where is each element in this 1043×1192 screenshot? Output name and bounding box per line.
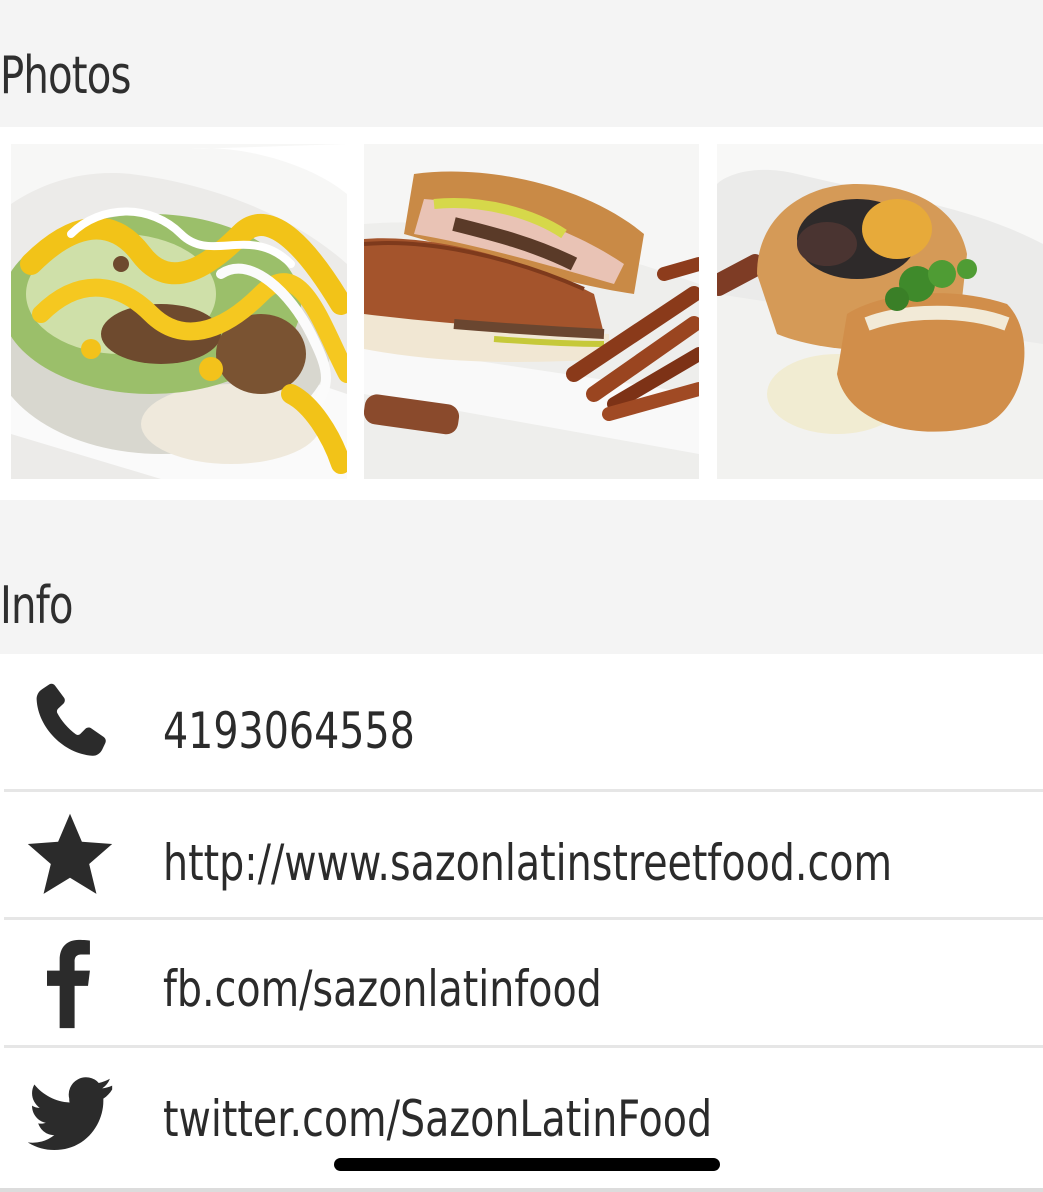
facebook-link: fb.com/sazonlatinfood (163, 960, 602, 1018)
info-list: 4193064558 http://www.sazonlatinstreetfo… (0, 654, 1043, 1192)
facebook-icon (22, 936, 118, 1032)
info-title: Info (0, 576, 74, 636)
info-row-phone[interactable]: 4193064558 (0, 654, 1043, 789)
twitter-link: twitter.com/SazonLatinFood (163, 1090, 713, 1148)
twitter-icon (22, 1066, 118, 1162)
bottom-divider (0, 1188, 1043, 1192)
phone-number: 4193064558 (163, 702, 415, 760)
info-section-header: Info (0, 500, 1043, 654)
photos-section-header: Photos (0, 0, 1043, 127)
photo-gallery (0, 127, 1043, 500)
home-indicator[interactable] (334, 1158, 720, 1171)
info-row-facebook[interactable]: fb.com/sazonlatinfood (0, 920, 1043, 1045)
photo-thumbnail-3[interactable] (717, 144, 1043, 479)
info-row-website[interactable]: http://www.sazonlatinstreetfood.com (0, 792, 1043, 917)
photo-thumbnail-2[interactable] (364, 144, 699, 479)
website-link: http://www.sazonlatinstreetfood.com (163, 834, 893, 892)
photos-title: Photos (0, 46, 131, 106)
phone-icon (22, 674, 118, 770)
photo-thumbnail-1[interactable] (11, 144, 347, 479)
star-icon (22, 806, 118, 902)
